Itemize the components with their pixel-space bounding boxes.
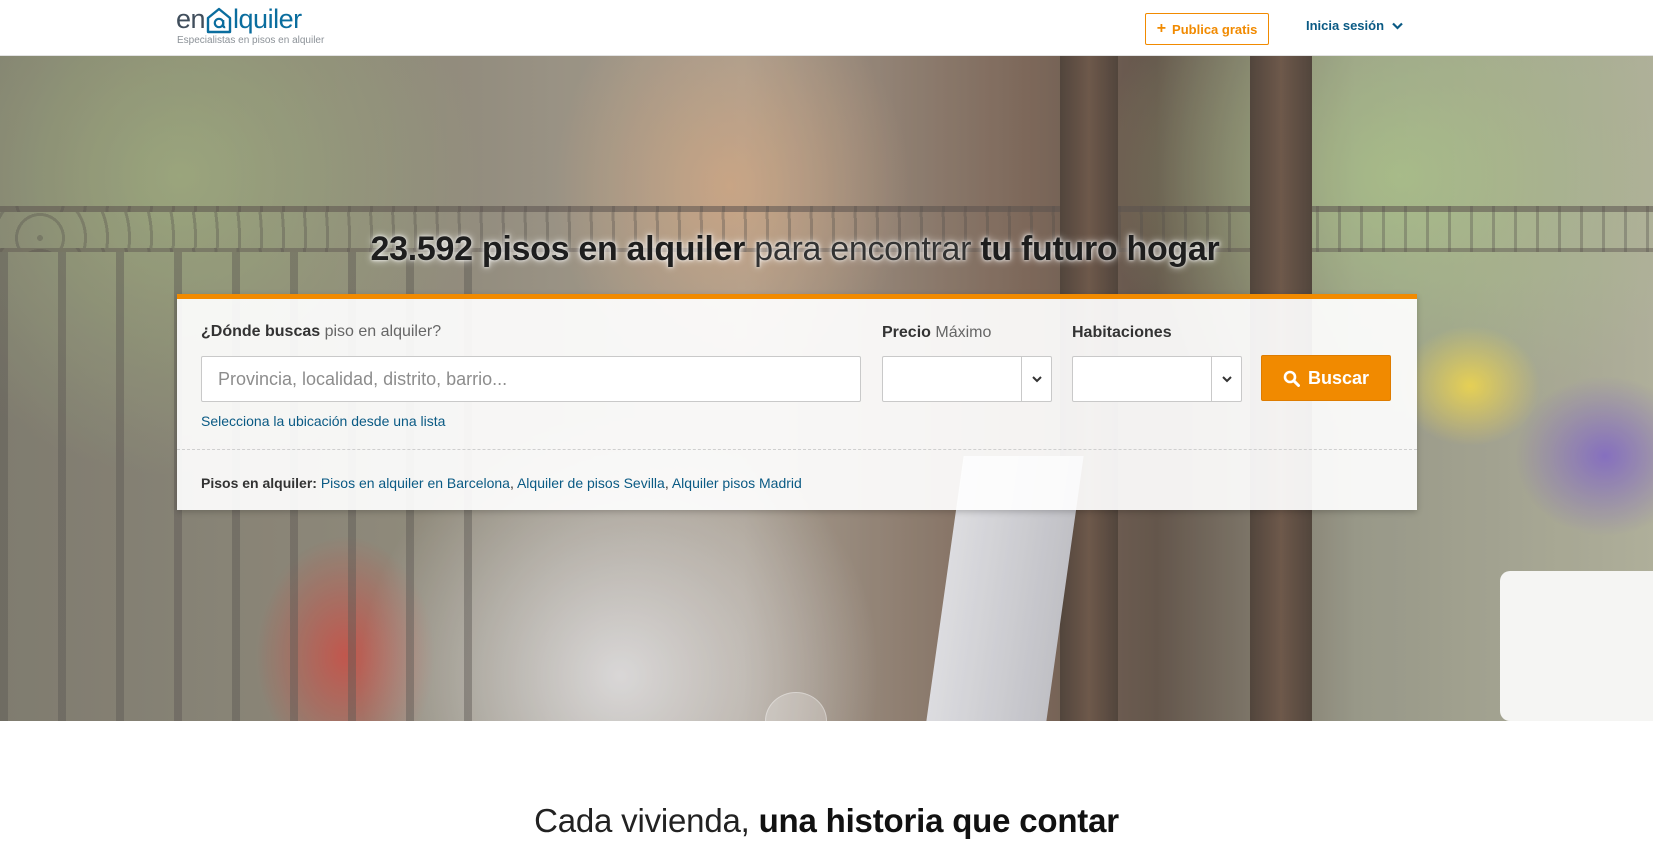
publish-free-button[interactable]: + Publica gratis [1145,13,1269,45]
location-label: ¿Dónde buscas piso en alquiler? [201,323,442,340]
search-icon [1283,370,1300,387]
story-title-light: Cada vivienda, [534,802,759,839]
rooms-select[interactable] [1072,356,1242,402]
hero-headline: 23.592 pisos en alquiler para encontrar … [0,230,1590,269]
search-button-label: Buscar [1307,367,1370,388]
panel-divider [177,449,1417,450]
listing-count: 23.592 pisos en alquiler [370,230,746,268]
headline-end: tu futuro hogar [980,230,1220,268]
location-search-input[interactable] [201,356,861,402]
headline-middle: para encontrar [745,230,981,268]
house-at-icon [206,7,232,34]
rooms-label: Habitaciones [1072,324,1172,341]
top-navigation-bar: en lquiler Especialistas en pisos en alq… [0,0,1653,56]
section-title-stories: Cada vivienda, una historia que contar [0,802,1653,840]
login-dropdown[interactable]: Inicia sesión [1306,18,1403,33]
site-logo[interactable]: en lquiler Especialistas en pisos en alq… [176,4,324,46]
chevron-down-icon [1392,22,1403,30]
search-panel: ¿Dónde buscas piso en alquiler? Precio M… [177,294,1417,510]
chevron-down-icon [1021,357,1051,401]
quick-link-barcelona[interactable]: Pisos en alquiler en Barcelona [321,475,510,491]
story-title-bold: una historia que contar [758,802,1119,839]
logo-wordmark: en lquiler [176,4,324,34]
quick-links-label: Pisos en alquiler: [201,475,317,491]
logo-tagline: Especialistas en pisos en alquiler [177,35,325,46]
quick-links: Pisos en alquiler: Pisos en alquiler en … [201,475,802,491]
plus-icon: + [1156,20,1167,37]
logo-text-quiler: lquiler [233,4,302,34]
publish-free-label: Publica gratis [1172,21,1258,37]
quick-link-sevilla[interactable]: Alquiler de pisos Sevilla [517,475,665,491]
select-location-from-list-link[interactable]: Selecciona la ubicación desde una lista [201,413,445,429]
login-label: Inicia sesión [1306,18,1385,33]
search-button[interactable]: Buscar [1261,355,1391,401]
logo-text-en: en [176,4,206,34]
max-price-select[interactable] [882,356,1052,402]
chevron-down-icon [1211,357,1241,401]
price-label: Precio Máximo [882,324,992,341]
quick-link-madrid[interactable]: Alquiler pisos Madrid [672,475,802,491]
